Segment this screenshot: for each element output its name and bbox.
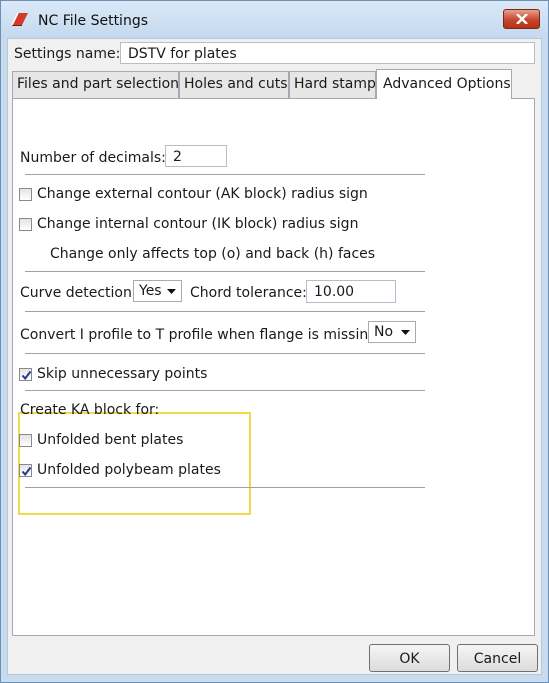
chord-tolerance-label: Chord tolerance:: [190, 285, 307, 301]
tab-files-and-part-selection[interactable]: Files and part selection: [12, 71, 179, 98]
settings-name-input[interactable]: DSTV for plates: [120, 42, 535, 64]
unfolded-bent-plates-checkbox[interactable]: [19, 434, 32, 447]
advanced-options-panel: Number of decimals: 2 Change external co…: [12, 98, 535, 636]
chord-tolerance-input[interactable]: 10.00: [306, 280, 396, 303]
curve-detection-value: Yes: [139, 283, 162, 299]
curve-detection-select[interactable]: Yes: [133, 280, 182, 302]
window-title: NC File Settings: [38, 13, 148, 29]
convert-profile-select[interactable]: No: [368, 321, 416, 343]
decimals-label: Number of decimals:: [20, 150, 166, 166]
tab-holes-and-cuts[interactable]: Holes and cuts: [179, 71, 289, 98]
tab-hard-stamp[interactable]: Hard stamp: [289, 71, 376, 98]
close-icon: [516, 14, 528, 24]
separator: [25, 353, 425, 354]
separator: [25, 487, 425, 488]
chevron-down-icon: [167, 289, 176, 294]
skip-points-label: Skip unnecessary points: [37, 366, 208, 382]
ak-radius-sign-checkbox[interactable]: [19, 188, 32, 201]
convert-profile-label: Convert I profile to T profile when flan…: [20, 327, 382, 343]
dialog-body: Settings name: DSTV for plates Files and…: [7, 38, 542, 675]
skip-points-checkbox[interactable]: [19, 368, 32, 381]
checkmark-icon: [21, 370, 32, 381]
ak-radius-sign-label: Change external contour (AK block) radiu…: [37, 186, 368, 202]
nc-file-settings-dialog: NC File Settings Settings name: DSTV for…: [0, 0, 549, 683]
convert-profile-value: No: [374, 324, 394, 340]
settings-name-label: Settings name:: [14, 46, 121, 62]
decimals-input[interactable]: 2: [165, 145, 227, 167]
separator: [25, 271, 425, 272]
close-button[interactable]: [503, 9, 540, 29]
separator: [25, 174, 425, 175]
title-bar: NC File Settings: [1, 1, 548, 38]
ka-block-heading: Create KA block for:: [20, 402, 160, 418]
unfolded-polybeam-plates-checkbox[interactable]: [19, 464, 32, 477]
unfolded-polybeam-plates-label: Unfolded polybeam plates: [37, 462, 221, 478]
chevron-down-icon: [401, 330, 410, 335]
ik-radius-sign-label: Change internal contour (IK block) radiu…: [37, 216, 359, 232]
checkmark-icon: [21, 466, 32, 477]
ok-button[interactable]: OK: [369, 644, 450, 672]
tab-advanced-options[interactable]: Advanced Options: [376, 69, 512, 99]
unfolded-bent-plates-label: Unfolded bent plates: [37, 432, 184, 448]
affect-note: Change only affects top (o) and back (h)…: [50, 246, 376, 262]
ik-radius-sign-checkbox[interactable]: [19, 218, 32, 231]
curve-detection-label: Curve detection:: [20, 285, 137, 301]
separator: [25, 390, 425, 391]
cancel-button[interactable]: Cancel: [457, 644, 538, 672]
app-icon: [11, 12, 28, 26]
separator: [25, 311, 425, 312]
